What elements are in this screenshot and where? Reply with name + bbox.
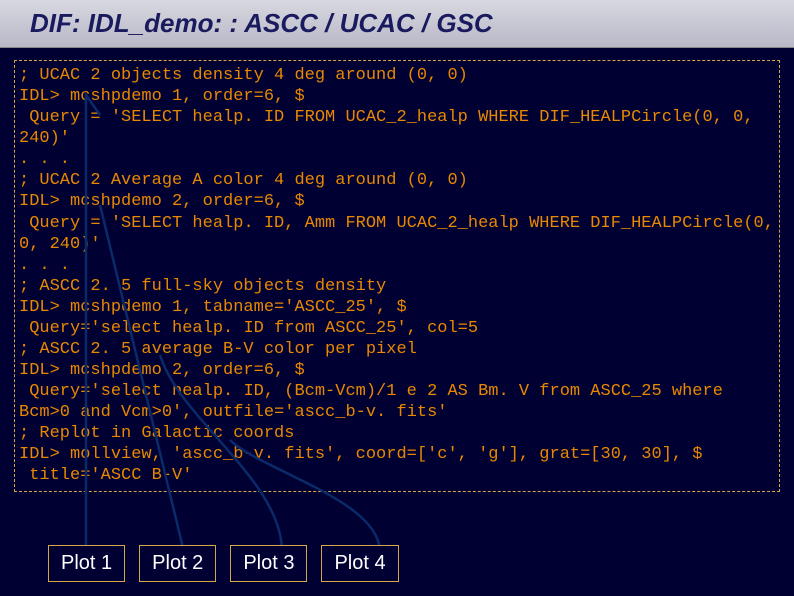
plot4-button[interactable]: Plot 4 (321, 545, 398, 582)
buttons-row: Plot 1 Plot 2 Plot 3 Plot 4 (48, 545, 399, 582)
code-text: ; UCAC 2 objects density 4 deg around (0… (19, 65, 775, 487)
page-title: DIF: IDL_demo: : ASCC / UCAC / GSC (30, 8, 764, 39)
plot1-button[interactable]: Plot 1 (48, 545, 125, 582)
plot2-button[interactable]: Plot 2 (139, 545, 216, 582)
plot3-button[interactable]: Plot 3 (230, 545, 307, 582)
title-bar: DIF: IDL_demo: : ASCC / UCAC / GSC (0, 0, 794, 48)
code-block: ; UCAC 2 objects density 4 deg around (0… (14, 60, 780, 492)
